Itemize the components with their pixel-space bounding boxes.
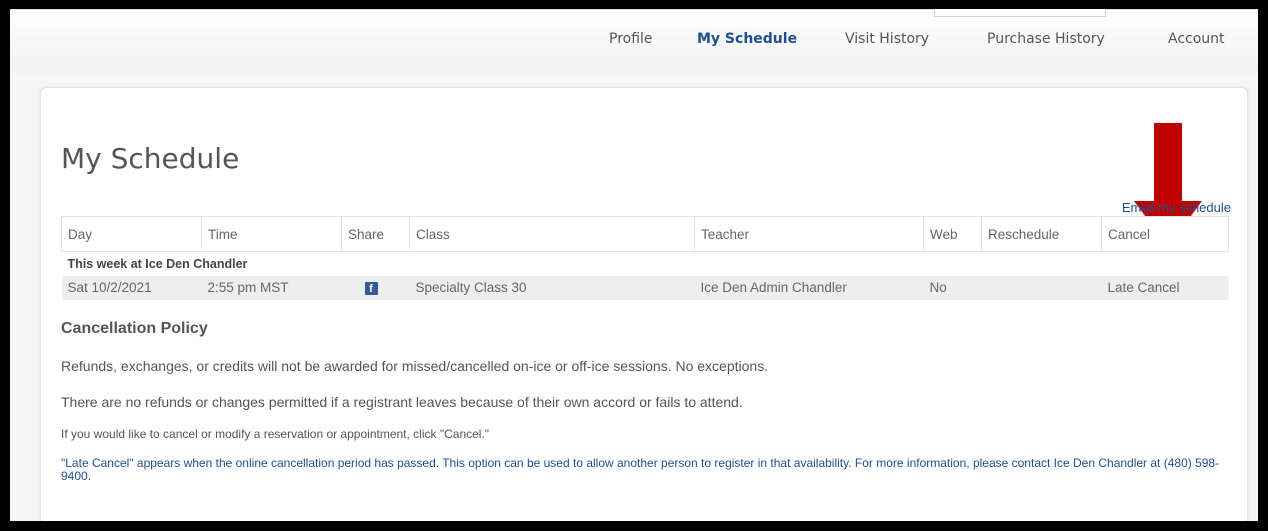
nav-my-schedule[interactable]: My Schedule [697,31,797,47]
schedule-table: Day Time Share Class Teacher Web Resched… [61,216,1229,300]
arrow-shaft [1154,123,1182,203]
cancellation-policy-heading: Cancellation Policy [61,320,208,337]
col-header-reschedule: Reschedule [981,216,1102,252]
cell-time: 2:55 pm MST [201,275,342,300]
page-title: My Schedule [61,142,240,175]
nav-visit-history[interactable]: Visit History [845,31,929,47]
cell-day: Sat 10/2/2021 [61,275,202,300]
policy-text-late-cancel: "Late Cancel" appears when the online ca… [61,456,1220,483]
cell-class: Specialty Class 30 [409,275,695,300]
policy-text-refunds: Refunds, exchanges, or credits will not … [61,358,769,374]
cell-reschedule [981,275,1102,300]
col-header-share: Share [341,216,410,252]
browser-viewport: Profile My Schedule Visit History Purcha… [10,9,1258,521]
top-navigation-bar: Profile My Schedule Visit History Purcha… [10,9,1258,73]
col-header-cancel: Cancel [1101,216,1229,252]
account-nav: Profile My Schedule Visit History Purcha… [10,31,1258,53]
cell-teacher: Ice Den Admin Chandler [694,275,924,300]
policy-text-cancel-instructions: If you would like to cancel or modify a … [61,427,490,441]
tab-edge-decoration [934,9,1106,17]
table-section-row: This week at Ice Den Chandler [61,251,1229,276]
policy-text-no-changes: There are no refunds or changes permitte… [61,394,743,410]
facebook-icon[interactable]: f [364,282,378,295]
schedule-card: My Schedule Email my schedule Day Time S… [40,87,1248,521]
email-schedule-link[interactable]: Email my schedule [1122,200,1231,215]
table-row: Sat 10/2/2021 2:55 pm MST f Specialty Cl… [61,275,1229,300]
section-label: This week at Ice Den Chandler [61,251,1229,276]
cell-web: No [923,275,982,300]
late-cancel-link[interactable]: Late Cancel [1101,275,1229,300]
nav-account[interactable]: Account [1168,31,1225,47]
col-header-web: Web [923,216,982,252]
col-header-teacher: Teacher [694,216,924,252]
col-header-time: Time [201,216,342,252]
nav-profile[interactable]: Profile [609,31,653,47]
table-header-row: Day Time Share Class Teacher Web Resched… [61,216,1229,252]
col-header-class: Class [409,216,695,252]
col-header-day: Day [61,216,202,252]
cell-share: f [341,275,410,300]
nav-purchase-history[interactable]: Purchase History [987,31,1105,47]
